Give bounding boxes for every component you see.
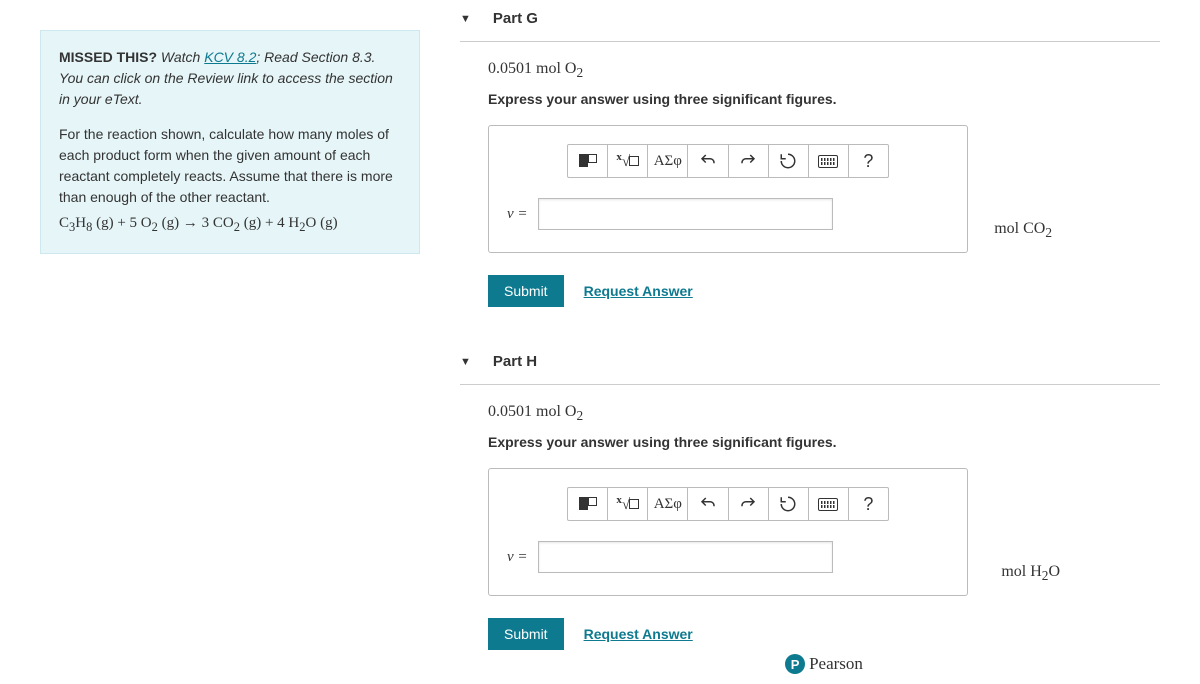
part-g-toolbar: x√ ΑΣφ ? xyxy=(567,144,889,178)
watch-text: Watch xyxy=(161,49,200,65)
reset-icon[interactable] xyxy=(769,145,809,177)
part-g-instruction: Express your answer using three signific… xyxy=(488,91,1160,107)
part-g-header[interactable]: ▼ Part G xyxy=(460,0,1160,42)
footer: P Pearson xyxy=(488,654,1160,674)
undo-icon[interactable] xyxy=(688,145,728,177)
redo-icon[interactable] xyxy=(729,145,769,177)
greek-tool[interactable]: ΑΣφ xyxy=(648,145,688,177)
pearson-text: Pearson xyxy=(809,654,863,674)
part-h-instruction: Express your answer using three signific… xyxy=(488,434,1160,450)
math-tool[interactable]: x√ xyxy=(608,488,648,520)
help-icon[interactable]: ? xyxy=(849,488,888,520)
part-h-amount: 0.0501 mol O2 xyxy=(488,403,1160,424)
part-h-unit: mol H2O xyxy=(1001,563,1060,584)
missed-label: MISSED THIS? xyxy=(59,49,157,65)
hint-box: MISSED THIS? Watch KCV 8.2; Read Section… xyxy=(40,30,420,254)
part-g-title: Part G xyxy=(493,10,538,27)
reset-icon[interactable] xyxy=(769,488,809,520)
part-h-input[interactable] xyxy=(538,541,833,573)
part-h-toolbar: x√ ΑΣφ ? xyxy=(567,487,889,521)
var-label: ν = xyxy=(507,206,528,223)
keyboard-icon[interactable] xyxy=(809,488,849,520)
part-g-input[interactable] xyxy=(538,198,833,230)
part-h-answer-box: x√ ΑΣφ ? xyxy=(488,468,968,596)
problem-description: For the reaction shown, calculate how ma… xyxy=(59,124,401,208)
keyboard-icon[interactable] xyxy=(809,145,849,177)
var-label: ν = xyxy=(507,549,528,566)
template-tool[interactable] xyxy=(568,145,608,177)
undo-icon[interactable] xyxy=(688,488,728,520)
math-tool[interactable]: x√ xyxy=(608,145,648,177)
part-h-request-link[interactable]: Request Answer xyxy=(584,626,693,642)
part-h-submit-button[interactable]: Submit xyxy=(488,618,564,650)
caret-down-icon[interactable]: ▼ xyxy=(460,356,471,368)
caret-down-icon[interactable]: ▼ xyxy=(460,13,471,25)
part-g-unit: mol CO2 xyxy=(994,220,1052,241)
pearson-p-icon: P xyxy=(785,654,805,674)
help-icon[interactable]: ? xyxy=(849,145,888,177)
template-tool[interactable] xyxy=(568,488,608,520)
part-g-request-link[interactable]: Request Answer xyxy=(584,283,693,299)
part-g-answer-box: x√ ΑΣφ ? xyxy=(488,125,968,253)
part-h-header[interactable]: ▼ Part H xyxy=(460,343,1160,385)
kcv-link[interactable]: KCV 8.2 xyxy=(204,49,256,65)
greek-tool[interactable]: ΑΣφ xyxy=(648,488,688,520)
part-g-submit-button[interactable]: Submit xyxy=(488,275,564,307)
reaction-equation: C3H8 (g) + 5 O2 (g) → 3 CO2 (g) + 4 H2O … xyxy=(59,212,401,237)
part-g-amount: 0.0501 mol O2 xyxy=(488,60,1160,81)
redo-icon[interactable] xyxy=(729,488,769,520)
part-h-title: Part H xyxy=(493,353,537,370)
pearson-logo: P Pearson xyxy=(785,654,863,674)
